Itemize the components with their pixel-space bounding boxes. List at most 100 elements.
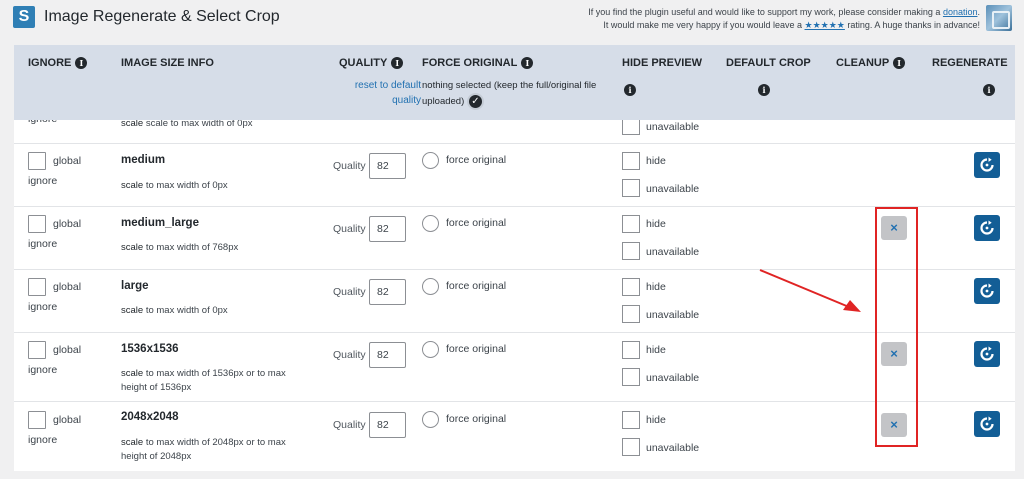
global-ignore-checkbox[interactable] bbox=[28, 341, 46, 359]
annotation-arrow bbox=[759, 269, 861, 312]
quality-input[interactable]: 82 bbox=[369, 342, 406, 368]
info-icon[interactable]: i bbox=[758, 84, 770, 96]
col-default-crop-label: DEFAULT CROP bbox=[726, 57, 811, 69]
size-info: scale to max width of 0px bbox=[121, 304, 311, 318]
hide-label: hide bbox=[646, 218, 666, 230]
refresh-icon bbox=[980, 283, 994, 298]
regenerate-button[interactable] bbox=[974, 278, 1000, 304]
table-row: global ignore 2048x2048 scale to max wid… bbox=[14, 402, 1015, 471]
table-row: global ignore medium_large scale to max … bbox=[14, 207, 1015, 270]
size-info-prefix: scale bbox=[121, 242, 144, 253]
force-original-radio[interactable] bbox=[422, 215, 439, 232]
quality-input[interactable]: 82 bbox=[369, 216, 406, 242]
info-icon[interactable]: i bbox=[624, 84, 636, 96]
table-row: global ignore medium scale to max width … bbox=[14, 144, 1015, 207]
col-cleanup: CLEANUP i bbox=[836, 57, 906, 70]
ignore-label: ignore bbox=[28, 175, 58, 187]
size-info: scale to max width of 768px bbox=[121, 241, 311, 255]
global-label: global bbox=[53, 218, 82, 230]
table-row: global ignore 1536x1536 scale to max wid… bbox=[14, 333, 1015, 402]
support-text-3: rating. A huge thanks in advance! bbox=[847, 20, 980, 30]
force-note-text: nothing selected (keep the full/original… bbox=[422, 80, 597, 108]
support-text-2: It would make me very happy if you would… bbox=[603, 20, 803, 30]
col-force-original: FORCE ORIGINAL i bbox=[422, 57, 534, 70]
unavailable-checkbox[interactable] bbox=[622, 368, 640, 386]
donation-link[interactable]: donation bbox=[943, 7, 978, 17]
size-name: medium bbox=[121, 154, 166, 166]
force-original-label: force original bbox=[446, 280, 507, 292]
global-ignore-checkbox[interactable] bbox=[28, 278, 46, 296]
page-title: Image Regenerate & Select Crop bbox=[44, 8, 280, 25]
col-cleanup-label: CLEANUP bbox=[836, 57, 890, 69]
col-quality: QUALITY i bbox=[339, 57, 404, 70]
size-info-prefix: scale bbox=[121, 368, 144, 379]
info-icon[interactable]: i bbox=[391, 57, 404, 70]
info-icon[interactable]: i bbox=[75, 57, 88, 70]
hide-label: hide bbox=[646, 155, 666, 167]
hide-preview-checkbox[interactable] bbox=[622, 120, 640, 135]
size-info-text: to max width of 2048px or to max height … bbox=[121, 437, 286, 462]
force-original-radio[interactable] bbox=[422, 341, 439, 358]
support-image[interactable] bbox=[986, 5, 1012, 31]
col-regenerate: REGENERATE bbox=[932, 57, 1008, 69]
size-info-text: to max width of 0px bbox=[145, 305, 228, 316]
ignore-label: ignore bbox=[28, 301, 58, 313]
col-quality-label: QUALITY bbox=[339, 57, 388, 69]
force-original-label: force original bbox=[446, 343, 507, 355]
quality-input[interactable]: 82 bbox=[369, 279, 406, 305]
col-regenerate-label: REGENERATE bbox=[932, 57, 1008, 69]
force-original-label: force original bbox=[446, 413, 507, 425]
size-info-text: to max width of 768px bbox=[145, 242, 239, 253]
hide-preview-checkbox[interactable] bbox=[622, 341, 640, 359]
hide-preview-checkbox[interactable] bbox=[622, 152, 640, 170]
quality-input[interactable]: 82 bbox=[369, 153, 406, 179]
global-ignore-checkbox[interactable] bbox=[28, 215, 46, 233]
global-label: global bbox=[53, 281, 82, 293]
regenerate-button[interactable] bbox=[974, 411, 1000, 437]
col-force-original-label: FORCE ORIGINAL bbox=[422, 57, 518, 69]
check-circle-icon[interactable]: ✓ bbox=[466, 93, 484, 110]
info-icon[interactable]: i bbox=[893, 57, 906, 70]
force-original-radio[interactable] bbox=[422, 278, 439, 295]
col-ignore: IGNORE i bbox=[28, 57, 88, 70]
ignore-label: ignore bbox=[28, 120, 57, 125]
global-ignore-checkbox[interactable] bbox=[28, 152, 46, 170]
table-header: IGNORE i IMAGE SIZE INFO QUALITY i reset t… bbox=[14, 45, 1015, 120]
size-info: scale scale to max width of 0px bbox=[121, 120, 311, 131]
regenerate-button[interactable] bbox=[974, 152, 1000, 178]
rating-stars-link[interactable]: ★★★★★ bbox=[805, 20, 845, 30]
unavailable-checkbox[interactable] bbox=[622, 305, 640, 323]
regenerate-button[interactable] bbox=[974, 215, 1000, 241]
force-original-radio[interactable] bbox=[422, 411, 439, 428]
unavailable-checkbox[interactable] bbox=[622, 242, 640, 260]
support-text-1: If you find the plugin useful and would … bbox=[588, 7, 941, 17]
force-original-label: force original bbox=[446, 154, 507, 166]
size-name: 2048x2048 bbox=[121, 411, 179, 423]
force-original-radio[interactable] bbox=[422, 152, 439, 169]
hide-preview-checkbox[interactable] bbox=[622, 411, 640, 429]
global-ignore-checkbox[interactable] bbox=[28, 411, 46, 429]
ignore-label: ignore bbox=[28, 364, 58, 376]
regenerate-button[interactable] bbox=[974, 341, 1000, 367]
hide-preview-checkbox[interactable] bbox=[622, 278, 640, 296]
size-name: large bbox=[121, 280, 149, 292]
top-bar: S Image Regenerate & Select Crop If you … bbox=[0, 0, 1024, 40]
info-icon[interactable]: i bbox=[521, 57, 534, 70]
reset-link-line2[interactable]: quality bbox=[392, 95, 421, 106]
unavailable-checkbox[interactable] bbox=[622, 179, 640, 197]
reset-link-line1[interactable]: reset to default bbox=[355, 80, 421, 91]
unavailable-label: unavailable bbox=[646, 309, 700, 321]
size-info-text: scale to max width of 0px bbox=[145, 120, 253, 129]
reset-quality-link[interactable]: reset to default quality bbox=[331, 78, 421, 108]
quality-label: Quality bbox=[333, 349, 366, 361]
size-info: scale to max width of 2048px or to max h… bbox=[121, 436, 311, 464]
col-ignore-label: IGNORE bbox=[28, 57, 72, 69]
unavailable-label: unavailable bbox=[646, 372, 700, 384]
sizes-table: IGNORE i IMAGE SIZE INFO QUALITY i reset t… bbox=[14, 45, 1015, 471]
info-icon[interactable]: i bbox=[983, 84, 995, 96]
col-default-crop: DEFAULT CROP bbox=[726, 57, 811, 69]
hide-preview-checkbox[interactable] bbox=[622, 215, 640, 233]
quality-input[interactable]: 82 bbox=[369, 412, 406, 438]
size-name: medium_large bbox=[121, 217, 199, 229]
unavailable-checkbox[interactable] bbox=[622, 438, 640, 456]
